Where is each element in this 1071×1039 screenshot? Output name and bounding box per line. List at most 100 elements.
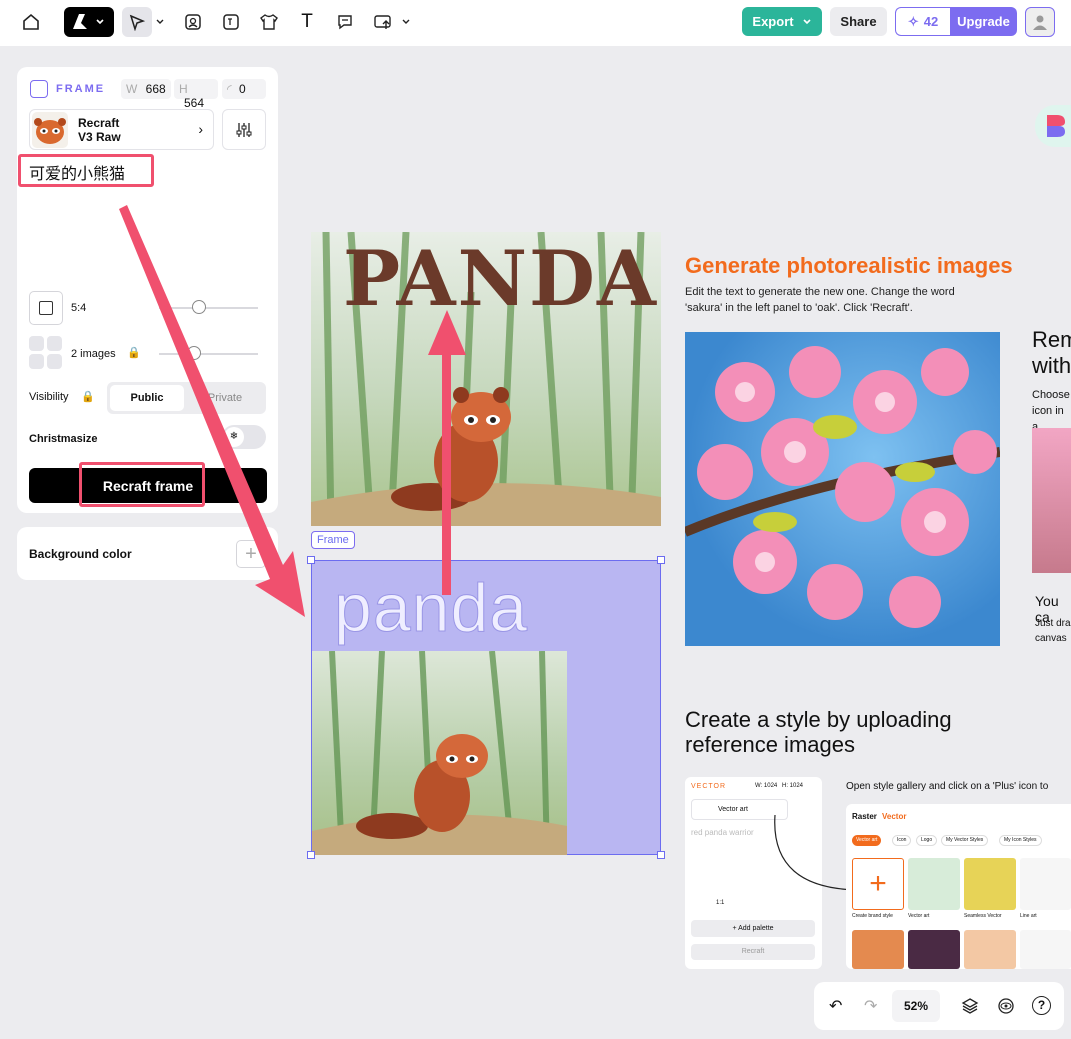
avatar[interactable] xyxy=(1025,7,1055,37)
upgrade-button[interactable]: Upgrade xyxy=(950,7,1017,36)
home-icon[interactable] xyxy=(16,7,46,37)
height-field-value: 564 xyxy=(184,96,205,110)
visibility-private-label: Private xyxy=(207,392,243,404)
section-style-title-line2: reference images xyxy=(685,732,855,757)
section-remove-desc-line1: Choose xyxy=(1032,389,1070,401)
aspect-ratio-value: 5:4 xyxy=(71,302,87,314)
mockup-tool-icon[interactable] xyxy=(254,7,284,37)
images-count-slider-knob[interactable] xyxy=(187,346,201,360)
model-name-line1: Recraft xyxy=(78,116,120,130)
mini-prompt: red panda warrior xyxy=(691,828,754,837)
chat-tool-icon[interactable] xyxy=(330,7,360,37)
credits-count: 42 xyxy=(923,14,939,29)
user-icon xyxy=(1033,15,1047,30)
mini-ratio: 1:1 xyxy=(716,900,725,906)
visibility-public-label: Public xyxy=(130,392,164,404)
gallery-item-thumb xyxy=(852,930,904,969)
aspect-ratio-icon[interactable] xyxy=(29,291,63,325)
gallery-item-thumb xyxy=(908,930,960,969)
mini-panel-width: W: 1024 xyxy=(755,783,778,789)
frame-icon xyxy=(30,80,48,98)
aspect-ratio-slider-knob[interactable] xyxy=(192,300,206,314)
frame-tag[interactable]: Frame xyxy=(311,531,355,549)
chevron-right-icon: › xyxy=(198,121,203,137)
resize-handle-tl[interactable] xyxy=(307,556,315,564)
share-button[interactable]: Share xyxy=(830,7,887,36)
images-count-slider[interactable] xyxy=(159,353,258,355)
section-style-gallery-hint: Open style gallery and click on a 'Plus'… xyxy=(846,781,1049,792)
frame-tool-icon[interactable] xyxy=(216,7,246,37)
settings-sliders-button[interactable] xyxy=(222,109,266,150)
mini-recraft-label: Recraft xyxy=(741,948,765,955)
export-label: Export xyxy=(752,14,794,29)
frame-section-label: FRAME xyxy=(56,83,106,95)
zoom-value: 52% xyxy=(903,999,929,1013)
gallery-item-label: Line art xyxy=(1020,913,1037,919)
gallery-item-label: Vector art xyxy=(908,913,930,919)
resize-handle-br[interactable] xyxy=(657,851,665,859)
lock-icon: 🔒 xyxy=(127,347,141,359)
width-field[interactable]: W 668 xyxy=(121,79,171,99)
gallery-item-thumb xyxy=(908,858,960,910)
gallery-tab-raster: Raster xyxy=(852,812,877,821)
section-remove-subdesc-line1: Just dra xyxy=(1035,618,1071,629)
visibility-public-option[interactable]: Public xyxy=(110,385,184,411)
mini-add-palette-button: + Add palette xyxy=(691,920,815,937)
layers-icon[interactable] xyxy=(961,997,979,1020)
gallery-item-label: Create brand style xyxy=(852,913,893,919)
mini-model-name: Vector art xyxy=(718,806,748,813)
width-field-value: 668 xyxy=(145,82,166,96)
remove-bg-image[interactable] xyxy=(1032,428,1071,573)
mini-panel-label: VECTOR xyxy=(691,783,727,790)
style-gallery-panel: Raster Vector Vector art Icon Logo My Ve… xyxy=(846,804,1071,969)
plus-icon: + xyxy=(852,858,904,910)
images-count-icon xyxy=(29,336,63,370)
zoom-level[interactable]: 52% xyxy=(892,990,940,1022)
chevron-down-icon[interactable] xyxy=(150,7,170,37)
logo-menu-button[interactable] xyxy=(64,7,114,37)
aspect-ratio-slider[interactable] xyxy=(159,307,258,309)
visibility-private-option[interactable]: Private xyxy=(187,385,263,411)
text-tool-icon[interactable]: T xyxy=(292,7,322,37)
gallery-tab-vector: Vector xyxy=(882,812,907,821)
images-count-label: 2 images xyxy=(71,348,116,360)
gallery-item-thumb xyxy=(964,858,1016,910)
credits-badge[interactable]: ✧ 42 xyxy=(895,7,950,36)
section-photoreal-desc-line1: Edit the text to generate the new one. C… xyxy=(685,286,955,298)
sakura-image[interactable] xyxy=(685,332,1000,646)
frame-panda-image[interactable] xyxy=(312,651,567,855)
floating-app-icon[interactable] xyxy=(1035,105,1071,147)
share-label: Share xyxy=(840,14,877,29)
upload-tool-icon[interactable] xyxy=(368,7,398,37)
help-icon[interactable]: ? xyxy=(1032,996,1051,1015)
chevron-down-icon[interactable] xyxy=(396,7,416,37)
frame-text[interactable]: panda xyxy=(333,569,528,647)
generated-panda-image[interactable]: PANDA xyxy=(311,232,661,526)
mini-recraft-button: Recraft xyxy=(691,944,815,960)
resize-handle-bl[interactable] xyxy=(307,851,315,859)
resize-handle-tr[interactable] xyxy=(657,556,665,564)
redo-icon[interactable]: ↷ xyxy=(864,996,877,1016)
christmasize-toggle[interactable]: ❄ xyxy=(222,425,266,449)
section-remove-subdesc-line2: canvas xyxy=(1035,633,1067,644)
selected-frame[interactable]: panda xyxy=(311,560,661,855)
model-name-line2: V3 Raw xyxy=(78,130,121,144)
height-field[interactable]: H 564 xyxy=(174,79,218,110)
visibility-toggle: Public Private xyxy=(107,382,266,414)
lock-icon: 🔒 xyxy=(81,391,95,403)
section-remove-title-line2: with xyxy=(1032,353,1071,378)
sliders-icon xyxy=(236,122,252,137)
corner-radius-icon: ◜ xyxy=(227,82,232,96)
plus-icon: + xyxy=(245,542,257,565)
model-selector[interactable]: Recraft V3 Raw › xyxy=(29,109,214,150)
export-button[interactable]: Export xyxy=(742,7,822,36)
radius-field[interactable]: ◜ 0 xyxy=(222,79,266,99)
gallery-item-label: Seamless Vector xyxy=(964,913,1002,919)
mini-add-palette-label: Add palette xyxy=(738,925,774,932)
add-background-color-button[interactable]: + xyxy=(236,540,266,568)
select-tool-icon[interactable] xyxy=(122,7,152,37)
prompt-highlight-box xyxy=(18,154,154,187)
undo-icon[interactable]: ↶ xyxy=(829,996,842,1016)
eye-icon[interactable] xyxy=(997,997,1015,1020)
image-tool-icon[interactable] xyxy=(178,7,208,37)
